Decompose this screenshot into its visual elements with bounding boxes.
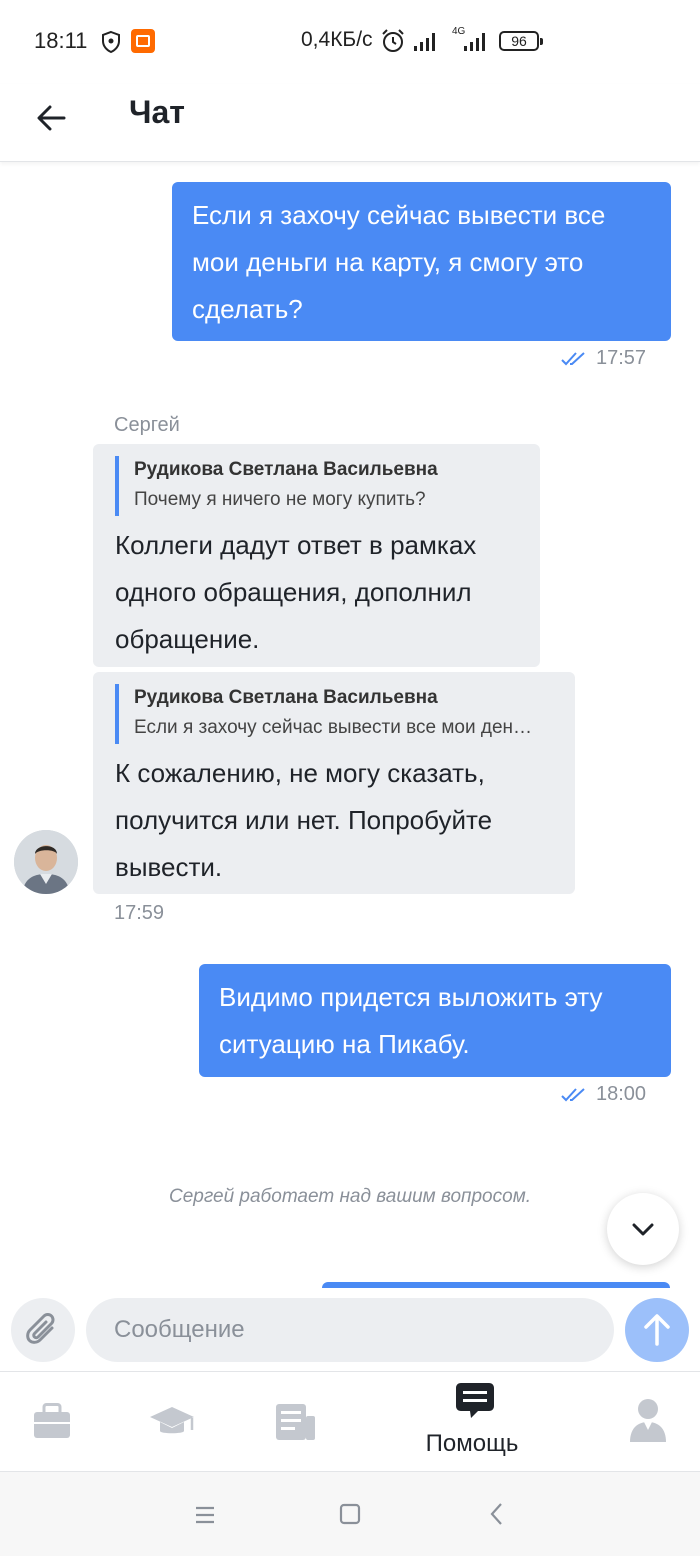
message-meta: 17:57 bbox=[560, 347, 646, 370]
message-time: 17:59 bbox=[114, 902, 165, 924]
reply-quote[interactable]: Рудикова Светлана Васильевна Почему я ни… bbox=[115, 456, 520, 516]
tab-news[interactable] bbox=[256, 1372, 336, 1472]
tab-profile[interactable] bbox=[608, 1372, 688, 1472]
chat-icon bbox=[456, 1383, 494, 1418]
status-bar: 18:11 0,4КБ/с 4G 96 bbox=[0, 0, 700, 84]
double-check-icon bbox=[561, 351, 585, 365]
message-line: получится или нет. Попробуйте bbox=[115, 805, 493, 835]
shield-icon bbox=[102, 30, 120, 54]
tab-learning[interactable] bbox=[132, 1372, 212, 1472]
chevron-down-icon bbox=[632, 1223, 654, 1236]
message-line: сделать? bbox=[192, 294, 303, 324]
quote-author: Рудикова Светлана Васильевна bbox=[134, 459, 438, 480]
incoming-message[interactable]: Рудикова Светлана Васильевна Если я захо… bbox=[93, 672, 575, 894]
page-title: Чат bbox=[129, 94, 185, 130]
mi-app-icon bbox=[131, 29, 155, 53]
sender-name: Сергей bbox=[114, 414, 180, 436]
message-line: вывести. bbox=[115, 852, 223, 882]
incoming-message[interactable]: Рудикова Светлана Васильевна Почему я ни… bbox=[93, 444, 540, 667]
tab-portfolio[interactable] bbox=[12, 1372, 92, 1472]
tab-label: Помощь bbox=[425, 1430, 519, 1457]
system-nav-bar bbox=[0, 1472, 700, 1556]
battery-icon: 96 bbox=[499, 31, 543, 51]
menu-icon[interactable] bbox=[190, 1500, 220, 1530]
message-meta: 18:00 bbox=[560, 1083, 646, 1106]
signal-icon bbox=[414, 33, 435, 51]
reply-quote[interactable]: Рудикова Светлана Васильевна Если я захо… bbox=[115, 684, 555, 744]
attach-button[interactable] bbox=[11, 1298, 75, 1362]
back-arrow-icon[interactable] bbox=[30, 96, 74, 140]
message-line: К сожалению, не могу сказать, bbox=[115, 758, 485, 788]
outgoing-message[interactable]: Если я захочу сейчас вывести все мои ден… bbox=[172, 182, 671, 341]
message-time: 18:00 bbox=[596, 1083, 647, 1105]
message-line: мои деньги на карту, я смогу это bbox=[192, 247, 584, 277]
quote-author: Рудикова Светлана Васильевна bbox=[134, 687, 438, 708]
signal-icon bbox=[464, 33, 485, 51]
scroll-down-button[interactable] bbox=[607, 1193, 679, 1265]
message-line: ситуацию на Пикабу. bbox=[219, 1029, 470, 1059]
send-button[interactable] bbox=[625, 1298, 689, 1362]
app-header: Чат bbox=[0, 84, 700, 162]
message-line: одного обращения, дополнил bbox=[115, 577, 472, 607]
message-line: Если я захочу сейчас вывести все bbox=[192, 200, 606, 230]
message-line: Видимо придется выложить эту bbox=[219, 982, 603, 1012]
back-icon[interactable] bbox=[482, 1499, 512, 1529]
message-line: Коллеги дадут ответ в рамках bbox=[115, 530, 477, 560]
alarm-icon bbox=[382, 29, 404, 52]
home-icon[interactable] bbox=[335, 1499, 365, 1529]
message-time: 17:57 bbox=[596, 347, 647, 369]
briefcase-icon bbox=[34, 1403, 70, 1438]
status-time: 18:11 bbox=[34, 28, 88, 53]
quote-text: Если я захочу сейчас вывести все мои ден… bbox=[134, 717, 539, 738]
message-input[interactable] bbox=[86, 1298, 614, 1362]
bottom-tab-bar: Помощь bbox=[0, 1372, 700, 1472]
message-composer bbox=[0, 1288, 700, 1372]
quote-text: Почему я ничего не могу купить? bbox=[134, 489, 426, 510]
agent-status: Сергей работает над вашим вопросом. bbox=[169, 1186, 531, 1207]
tab-help[interactable]: Помощь bbox=[412, 1372, 532, 1472]
message-line: обращение. bbox=[115, 624, 260, 654]
person-photo-icon bbox=[14, 830, 78, 894]
arrow-up-icon bbox=[644, 1314, 670, 1346]
avatar[interactable] bbox=[14, 830, 78, 894]
news-icon bbox=[276, 1404, 315, 1440]
graduation-cap-icon bbox=[150, 1407, 194, 1434]
profile-icon bbox=[630, 1399, 666, 1442]
outgoing-message[interactable]: Видимо придется выложить эту ситуацию на… bbox=[199, 964, 671, 1077]
network-speed: 0,4КБ/с bbox=[301, 28, 373, 51]
double-check-icon bbox=[561, 1087, 585, 1101]
paperclip-icon bbox=[26, 1313, 55, 1344]
